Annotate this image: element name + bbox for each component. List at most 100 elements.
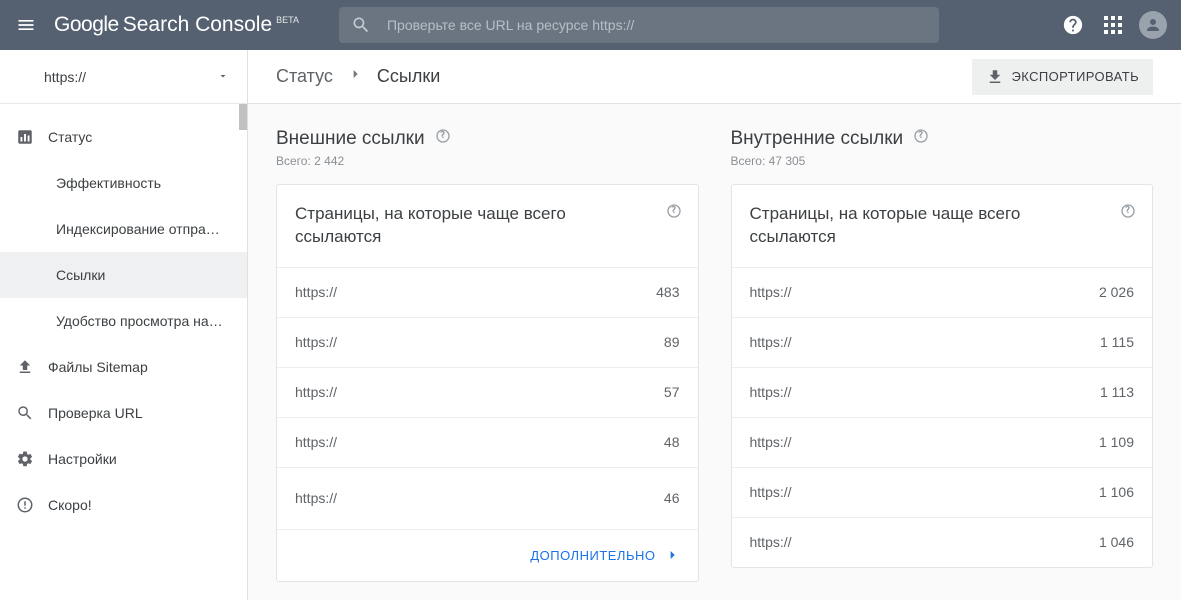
row-count: 89	[664, 334, 680, 350]
table-row[interactable]: https:// 57	[277, 367, 698, 417]
help-icon[interactable]	[913, 128, 929, 150]
scrollbar-thumb[interactable]	[239, 104, 247, 130]
nav-status[interactable]: Статус	[0, 114, 247, 160]
row-count: 1 106	[1099, 484, 1134, 500]
nav-soon[interactable]: Скоро!	[0, 482, 247, 528]
search-input[interactable]: Проверьте все URL на ресурсе https://	[339, 7, 939, 43]
nav-links-label: Ссылки	[56, 267, 105, 283]
breadcrumb-bar: Статус Ссылки ЭКСПОРТИРОВАТЬ	[248, 50, 1181, 104]
row-url: https://	[295, 384, 337, 400]
row-count: 1 113	[1100, 384, 1134, 400]
menu-button[interactable]	[8, 7, 44, 43]
chevron-down-icon	[217, 69, 229, 85]
table-row[interactable]: https:// 89	[277, 317, 698, 367]
account-button[interactable]	[1133, 5, 1173, 45]
row-url: https://	[295, 490, 337, 506]
table-row[interactable]: https:// 1 046	[732, 517, 1153, 567]
internal-total: Всего: 47 305	[731, 154, 1154, 168]
internal-card-title: Страницы, на которые чаще всего ссылаютс…	[750, 204, 1021, 246]
nav-sitemaps-label: Файлы Sitemap	[48, 359, 148, 375]
row-url: https://	[295, 334, 337, 350]
external-top-pages-card: Страницы, на которые чаще всего ссылаютс…	[276, 184, 699, 582]
apps-button[interactable]	[1093, 5, 1133, 45]
nav-mobile[interactable]: Удобство просмотра на…	[0, 298, 247, 344]
hamburger-icon	[16, 15, 36, 35]
row-url: https://	[750, 534, 792, 550]
nav-links[interactable]: Ссылки	[0, 252, 247, 298]
external-card-title: Страницы, на которые чаще всего ссылаютс…	[295, 204, 566, 246]
nav-settings[interactable]: Настройки	[0, 436, 247, 482]
main: Статус Ссылки ЭКСПОРТИРОВАТЬ Внешние ссы…	[248, 50, 1181, 600]
property-label: https://	[44, 69, 86, 85]
row-count: 46	[664, 490, 680, 506]
breadcrumb-parent[interactable]: Статус	[276, 66, 333, 87]
search-placeholder: Проверьте все URL на ресурсе https://	[387, 17, 634, 33]
row-count: 1 046	[1099, 534, 1134, 550]
nav-url-inspect[interactable]: Проверка URL	[0, 390, 247, 436]
export-label: ЭКСПОРТИРОВАТЬ	[1012, 69, 1139, 84]
row-url: https://	[750, 484, 792, 500]
property-selector[interactable]: https://	[0, 50, 247, 104]
table-row[interactable]: https:// 1 113	[732, 367, 1153, 417]
nav-indexing-label: Индексирование отпра…	[56, 221, 220, 237]
table-row[interactable]: https:// 2 026	[732, 267, 1153, 317]
row-count: 1 115	[1100, 334, 1134, 350]
gear-icon	[16, 450, 48, 468]
internal-links-section: Внутренние ссылки Всего: 47 305 Страницы…	[731, 128, 1154, 600]
search-icon	[351, 15, 371, 35]
table-row[interactable]: https:// 1 106	[732, 467, 1153, 517]
row-count: 483	[656, 284, 679, 300]
table-row[interactable]: https:// 46	[277, 467, 698, 529]
table-row[interactable]: https:// 1 109	[732, 417, 1153, 467]
row-count: 1 109	[1099, 434, 1134, 450]
search-icon	[16, 404, 48, 422]
row-count: 2 026	[1099, 284, 1134, 300]
breadcrumb-current: Ссылки	[377, 66, 440, 87]
nav-soon-label: Скоро!	[48, 497, 92, 513]
sidebar: https:// Статус Эффективность Индексиров…	[0, 50, 248, 600]
nav-settings-label: Настройки	[48, 451, 117, 467]
nav-url-inspect-label: Проверка URL	[48, 405, 143, 421]
row-url: https://	[295, 284, 337, 300]
export-button[interactable]: ЭКСПОРТИРОВАТЬ	[972, 59, 1153, 95]
logo-search-console: Search Console	[123, 13, 272, 37]
help-button[interactable]	[1053, 5, 1093, 45]
row-url: https://	[295, 434, 337, 450]
logo: Google Search Console BETA	[54, 13, 299, 37]
beta-badge: BETA	[276, 15, 299, 25]
nav-sitemaps[interactable]: Файлы Sitemap	[0, 344, 247, 390]
upload-icon	[16, 358, 48, 376]
help-icon[interactable]	[435, 128, 451, 150]
logo-google: Google	[54, 13, 119, 37]
help-icon	[1062, 14, 1084, 36]
table-row[interactable]: https:// 48	[277, 417, 698, 467]
more-button[interactable]: ДОПОЛНИТЕЛЬНО	[277, 529, 698, 581]
nav-status-label: Статус	[48, 129, 92, 145]
table-row[interactable]: https:// 483	[277, 267, 698, 317]
chevron-right-icon	[347, 66, 363, 87]
avatar	[1139, 11, 1167, 39]
external-links-section: Внешние ссылки Всего: 2 442 Страницы, на…	[276, 128, 699, 600]
nav-performance[interactable]: Эффективность	[0, 160, 247, 206]
info-icon	[16, 496, 48, 514]
help-icon[interactable]	[1120, 203, 1136, 226]
person-icon	[1144, 16, 1162, 34]
nav-mobile-label: Удобство просмотра на…	[56, 313, 223, 329]
internal-top-pages-card: Страницы, на которые чаще всего ссылаютс…	[731, 184, 1154, 568]
content: Внешние ссылки Всего: 2 442 Страницы, на…	[248, 104, 1181, 600]
internal-title: Внутренние ссылки	[731, 128, 904, 150]
external-title: Внешние ссылки	[276, 128, 425, 150]
external-total: Всего: 2 442	[276, 154, 699, 168]
help-icon[interactable]	[666, 203, 682, 226]
row-count: 57	[664, 384, 680, 400]
apps-icon	[1104, 16, 1122, 34]
topbar: Google Search Console BETA Проверьте все…	[0, 0, 1181, 50]
table-row[interactable]: https:// 1 115	[732, 317, 1153, 367]
row-count: 48	[664, 434, 680, 450]
row-url: https://	[750, 284, 792, 300]
row-url: https://	[750, 334, 792, 350]
nav-indexing[interactable]: Индексирование отпра…	[0, 206, 247, 252]
download-icon	[986, 68, 1004, 86]
row-url: https://	[750, 384, 792, 400]
row-url: https://	[750, 434, 792, 450]
